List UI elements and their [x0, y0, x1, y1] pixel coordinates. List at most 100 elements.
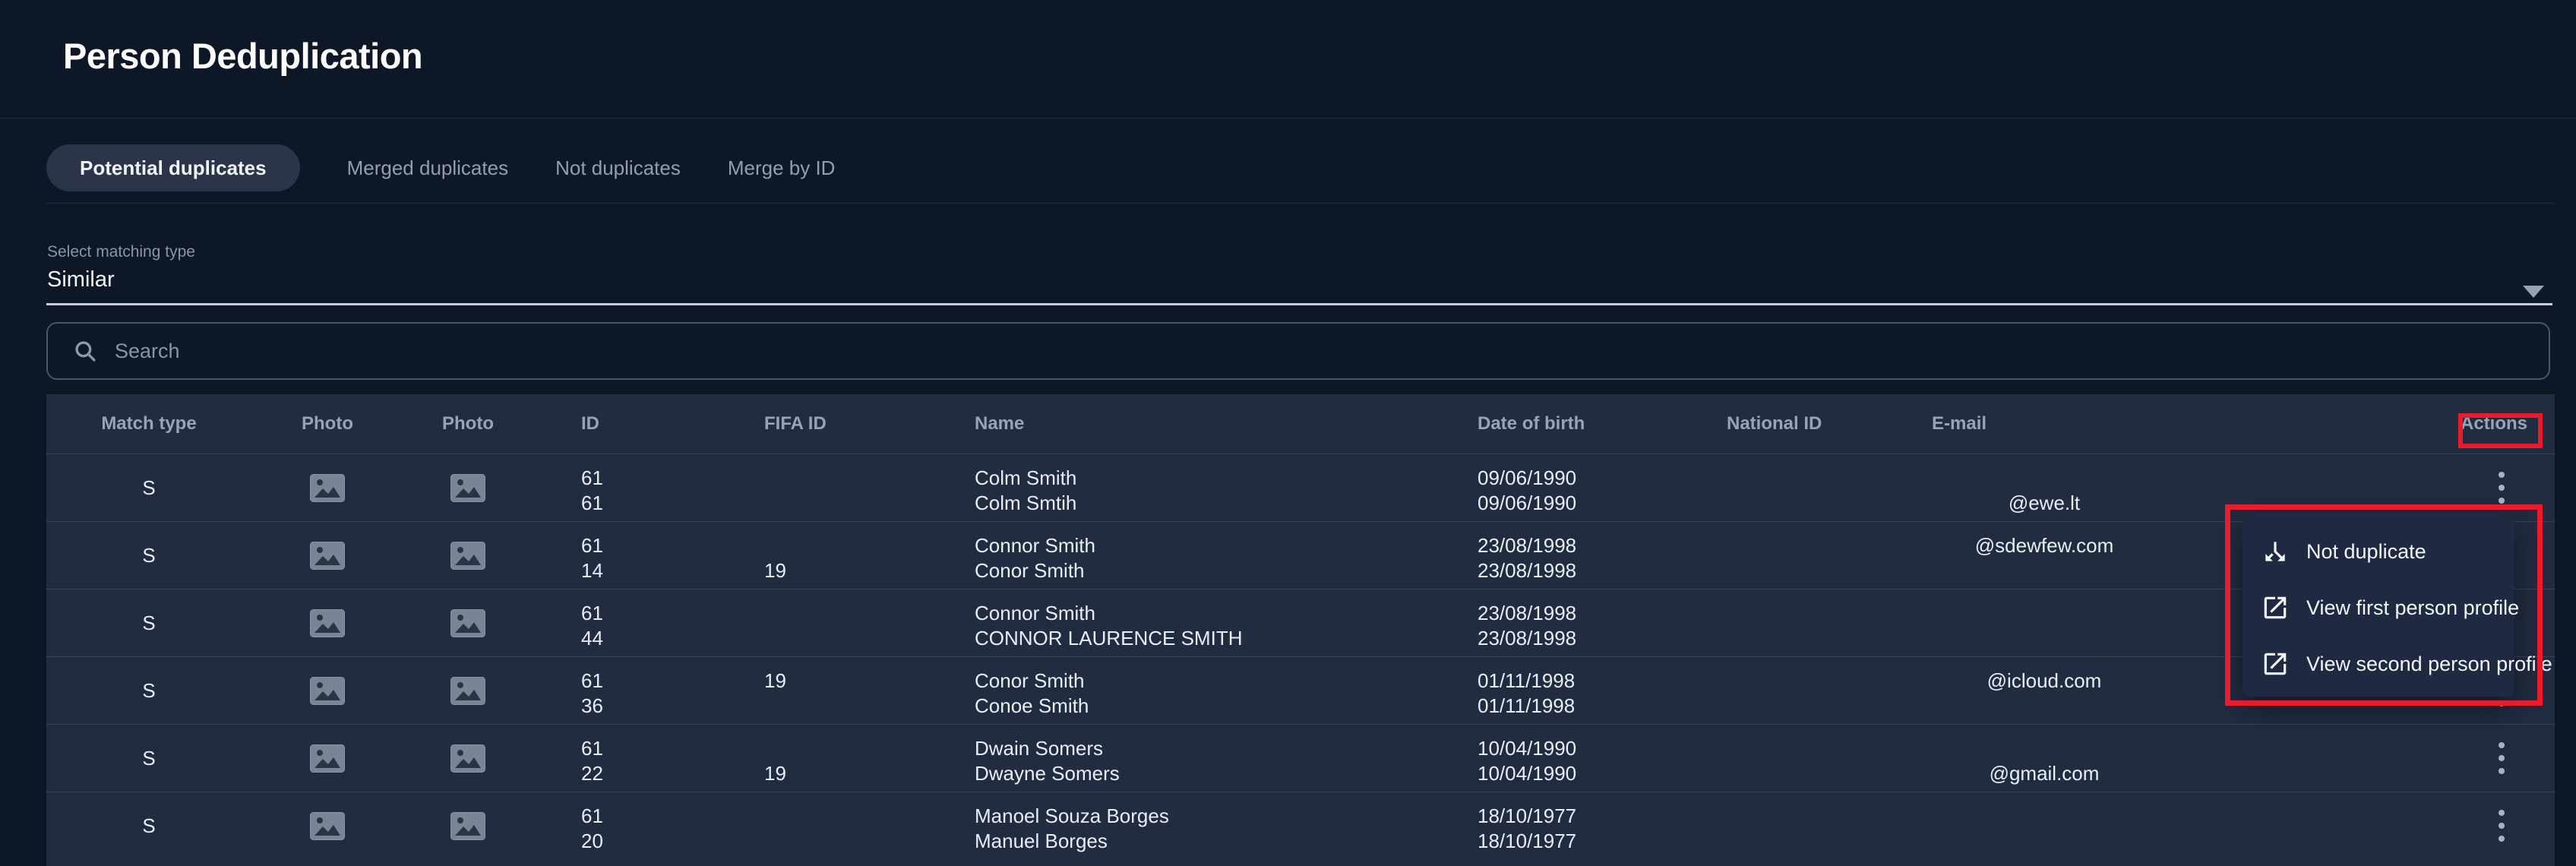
name-cell: Colm SmithColm Smtih: [928, 454, 1440, 521]
match-type-cell: S: [46, 792, 251, 859]
search-icon: [72, 338, 98, 364]
header-national-id: National ID: [1680, 413, 1885, 435]
photo-cell-first: [251, 725, 403, 792]
match-type-cell: S: [46, 725, 251, 792]
fifa-id-cell: [715, 454, 928, 521]
photo-cell-second: [403, 725, 533, 792]
email-cell: @icloud.com: [1885, 657, 2204, 724]
id-cell: 6122: [533, 725, 715, 792]
dob-cell: 10/04/199010/04/1990: [1440, 725, 1680, 792]
header-email: E-mail: [1885, 413, 2204, 435]
split-arrows-icon: [2261, 537, 2290, 566]
external-link-icon: [2261, 650, 2290, 678]
national-id-cell: [1680, 589, 1885, 656]
photo-placeholder-icon: [310, 677, 345, 705]
actions-cell: [2204, 792, 2555, 859]
table-row: S 6136 19 Conor SmithConoe Smith 01/11/1…: [46, 656, 2555, 724]
photo-cell-second: [403, 657, 533, 724]
table-row: S 6122 19 Dwain SomersDwayne Somers 10/0…: [46, 724, 2555, 792]
fifa-id-cell: [715, 589, 928, 656]
header-name: Name: [928, 413, 1440, 435]
photo-cell-first: [251, 522, 403, 589]
kebab-menu-icon[interactable]: [2494, 738, 2509, 779]
email-cell: @sdewfew.com: [1885, 522, 2204, 589]
page-title: Person Deduplication: [63, 35, 422, 77]
photo-cell-second: [403, 589, 533, 656]
photo-placeholder-icon: [450, 744, 485, 773]
header-actions: Actions: [2204, 413, 2555, 435]
fifa-id-cell: 19: [715, 657, 928, 724]
id-cell: 6120: [533, 792, 715, 859]
actions-context-menu: Not duplicate View first person profile …: [2243, 514, 2514, 697]
email-cell: [1885, 589, 2204, 656]
table-row: S 6120 Manoel Souza BorgesManuel Borges …: [46, 792, 2555, 859]
photo-placeholder-icon: [450, 609, 485, 637]
name-cell: Connor SmithCONNOR LAURENCE SMITH: [928, 589, 1440, 656]
photo-cell-second: [403, 522, 533, 589]
name-cell: Conor SmithConoe Smith: [928, 657, 1440, 724]
menu-item-label: View second person profile: [2306, 653, 2552, 676]
dob-cell: 01/11/199801/11/1998: [1440, 657, 1680, 724]
table-row: S 6114 19 Connor SmithConor Smith 23/08/…: [46, 521, 2555, 589]
match-type-cell: S: [46, 589, 251, 656]
id-cell: 6114: [533, 522, 715, 589]
table-row: S 6161 Colm SmithColm Smtih 09/06/199009…: [46, 454, 2555, 521]
duplicates-table: Match type Photo Photo ID FIFA ID Name D…: [46, 394, 2555, 866]
tab-not-duplicates[interactable]: Not duplicates: [555, 156, 681, 180]
email-cell: @ewe.lt: [1885, 454, 2204, 521]
photo-cell-second: [403, 792, 533, 859]
id-cell: 6136: [533, 657, 715, 724]
national-id-cell: [1680, 657, 1885, 724]
photo-placeholder-icon: [310, 474, 345, 502]
photo-cell-first: [251, 792, 403, 859]
menu-item-not-duplicate[interactable]: Not duplicate: [2261, 529, 2514, 574]
national-id-cell: [1680, 792, 1885, 859]
matching-type-label: Select matching type: [47, 243, 195, 261]
tab-potential-duplicates[interactable]: Potential duplicates: [46, 144, 300, 191]
tabs-divider: [46, 203, 2555, 204]
photo-cell-first: [251, 657, 403, 724]
person-deduplication-page: { "page": { "title": "Person Deduplicati…: [0, 0, 2576, 866]
name-cell: Connor SmithConor Smith: [928, 522, 1440, 589]
email-cell: [1885, 792, 2204, 859]
fifa-id-cell: [715, 792, 928, 859]
email-cell: @gmail.com: [1885, 725, 2204, 792]
actions-cell: [2204, 454, 2555, 521]
header-divider: [0, 118, 2576, 119]
header-fifa-id: FIFA ID: [715, 413, 928, 435]
header-date-of-birth: Date of birth: [1440, 413, 1680, 435]
photo-placeholder-icon: [310, 542, 345, 570]
caret-down-icon[interactable]: [2523, 286, 2544, 298]
fifa-id-cell: 19: [715, 725, 928, 792]
search-input[interactable]: [115, 324, 2549, 378]
header-match-type: Match type: [46, 413, 251, 435]
header-photo-first: Photo: [251, 413, 403, 435]
photo-placeholder-icon: [450, 474, 485, 502]
table-row: S 6144 Connor SmithCONNOR LAURENCE SMITH…: [46, 589, 2555, 656]
id-cell: 6144: [533, 589, 715, 656]
menu-item-view-second-person[interactable]: View second person profile: [2261, 641, 2514, 687]
national-id-cell: [1680, 725, 1885, 792]
kebab-menu-icon[interactable]: [2494, 467, 2509, 508]
fifa-id-cell: 19: [715, 522, 928, 589]
menu-item-view-first-person[interactable]: View first person profile: [2261, 585, 2514, 631]
dob-cell: 23/08/199823/08/1998: [1440, 589, 1680, 656]
photo-placeholder-icon: [450, 542, 485, 570]
photo-placeholder-icon: [310, 812, 345, 840]
table-header-row: Match type Photo Photo ID FIFA ID Name D…: [46, 394, 2555, 454]
tab-merge-by-id[interactable]: Merge by ID: [728, 156, 836, 180]
header-id: ID: [533, 413, 715, 435]
dob-cell: 18/10/197718/10/1977: [1440, 792, 1680, 859]
match-type-cell: S: [46, 657, 251, 724]
kebab-menu-icon[interactable]: [2494, 805, 2509, 846]
id-cell: 6161: [533, 454, 715, 521]
tab-merged-duplicates[interactable]: Merged duplicates: [347, 156, 508, 180]
table-body: S 6161 Colm SmithColm Smtih 09/06/199009…: [46, 454, 2555, 859]
photo-cell-first: [251, 589, 403, 656]
photo-cell-first: [251, 454, 403, 521]
matching-type-underline: [46, 303, 2552, 305]
matching-type-select[interactable]: Similar: [47, 267, 115, 292]
name-cell: Manoel Souza BorgesManuel Borges: [928, 792, 1440, 859]
actions-cell: [2204, 725, 2555, 792]
dob-cell: 09/06/199009/06/1990: [1440, 454, 1680, 521]
